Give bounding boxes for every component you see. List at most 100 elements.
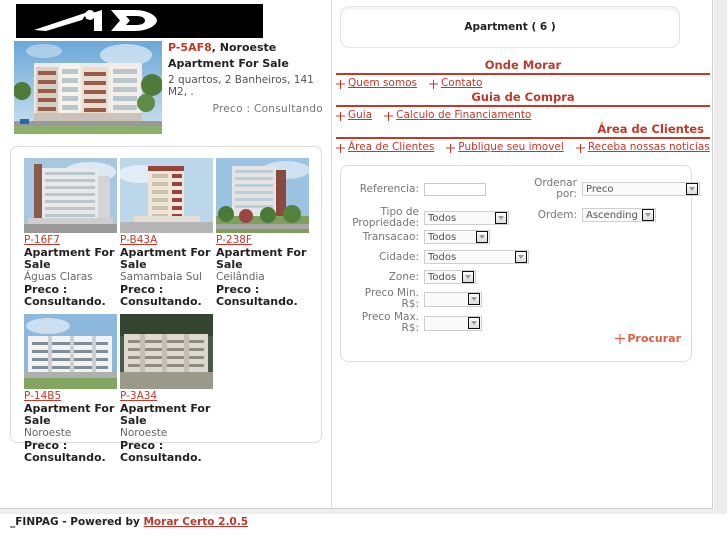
logo-icon [16,4,263,38]
select-value: Ascending [586,209,638,221]
select-value: Todos [428,212,457,224]
nav-section-onde-morar: Onde Morar Quem somos Contato [336,58,710,89]
field-preco-max: Preco Max. R$: [351,312,482,334]
field-ordem: Ordem: Ascending [536,208,656,222]
chevron-down-icon[interactable] [642,209,654,221]
search-input-referencia[interactable] [424,183,486,196]
chevron-down-icon[interactable] [686,183,698,195]
nav-link-label[interactable]: Quem somos [348,77,417,89]
list-item-title: Apartment For Sale [120,402,211,427]
search-form-panel: Referencia: Ordenar por: Preco Tipo de P… [340,165,700,362]
field-referencia: Referencia: [351,183,486,196]
list-item-reference[interactable]: P-238F [216,234,312,246]
chevron-down-icon[interactable] [468,293,480,305]
nav-rule [336,137,710,139]
nav-section-title: Onde Morar [484,58,562,72]
list-item[interactable]: P-16F7 Apartment For Sale Águas Claras P… [24,158,120,308]
field-label: Zone: [388,270,419,283]
nav-item-receba-nossas-noticias[interactable]: Receba nossas noticias [575,141,710,153]
hero-reference[interactable]: P-5AF8 [168,41,212,54]
featured-listings-grid: P-16F7 Apartment For Sale Águas Claras P… [24,158,314,470]
category-header: Apartment ( 6 ) [340,6,680,48]
apartment-thumbnail [120,314,213,389]
search-submit-button[interactable]: Procurar [615,332,681,345]
list-item-price: Preco : Consultando. [216,283,298,308]
select-zone[interactable]: Todos [424,270,476,284]
nav-item-publique-seu-imovel[interactable]: Publique seu imovel [446,141,564,153]
footer-link[interactable]: Morar Certo 2.0.5 [143,516,248,528]
nav-section-area-de-clientes: Área de Clientes Área de Clientes Publiq… [336,122,710,153]
chevron-down-icon[interactable] [515,251,527,263]
nav-item-guia[interactable]: Guia [336,109,372,121]
nav-item-contato[interactable]: Contato [428,77,483,89]
chevron-down-icon[interactable] [495,212,507,224]
nav-section-title: Guia de Compra [471,90,575,104]
nav-item-calculo-financiamento[interactable]: Calculo de Financiamento [384,109,531,121]
nav-section-title: Área de Clientes [597,122,704,136]
chevron-down-icon[interactable] [468,317,480,329]
right-column: Apartment ( 6 ) Onde Morar Quem somos Co… [332,0,713,508]
chevron-down-icon[interactable] [476,231,488,243]
apartment-building-photo [14,41,162,134]
select-value: Todos [428,271,457,283]
nav-link-label[interactable]: Guia [348,109,372,121]
list-item[interactable]: P-3A34 Apartment For Sale Noroeste Preco… [120,314,216,464]
list-item[interactable]: P-B43A Apartment For Sale Samambaia Sul … [120,158,216,308]
nav-link-label[interactable]: Área de Clientes [348,141,434,153]
list-item-price: Preco : Consultando. [120,439,202,464]
hero-title: Apartment For Sale [168,57,289,70]
right-rail [714,0,727,545]
apartment-thumbnail [120,158,213,233]
featured-listings-card: P-16F7 Apartment For Sale Águas Claras P… [10,146,322,464]
list-item-title: Apartment For Sale [216,246,307,271]
field-label: Ordem: [537,208,577,221]
nav-rule [336,73,710,75]
nav-link-label[interactable]: Publique seu imovel [458,141,564,153]
nav-item-area-de-clientes[interactable]: Área de Clientes [336,141,434,153]
search-submit-label[interactable]: Procurar [627,332,681,345]
select-preco-min[interactable] [424,291,482,307]
field-label: Cidade: [378,250,419,263]
apartment-thumbnail [24,158,117,233]
select-ordenar-por[interactable]: Preco [582,182,700,196]
nav-link-label[interactable]: Contato [441,77,483,89]
select-ordem[interactable]: Ascending [582,208,656,222]
field-preco-min: Preco Min. R$: [351,288,482,310]
field-label: Referencia: [359,183,419,195]
nav-link-label[interactable]: Calculo de Financiamento [396,109,531,121]
field-zone: Zone: Todos [351,270,476,284]
nav-rule [336,105,710,107]
list-item-title: Apartment For Sale [24,402,115,427]
nav-links: Guia Calculo de Financiamento [336,109,710,121]
field-label: Tipo de Propriedade: [352,206,419,229]
select-transacao[interactable]: Todos [424,230,490,244]
nav-links: Quem somos Contato [336,77,710,89]
list-item-reference[interactable]: P-14B5 [24,390,120,402]
chevron-down-icon[interactable] [462,271,474,283]
select-tipo-propriedade[interactable]: Todos [424,211,509,225]
select-cidade[interactable]: Todos [424,250,529,264]
nav-link-label[interactable]: Receba nossas noticias [588,141,710,153]
list-item-reference[interactable]: P-3A34 [120,390,216,402]
page-footer: _FINPAG - Powered by Morar Certo 2.0.5 [0,514,727,545]
select-value: Todos [428,231,457,243]
select-value: Preco [586,183,614,195]
list-item-reference[interactable]: P-16F7 [24,234,120,246]
select-preco-max[interactable] [424,315,482,331]
list-item-title: Apartment For Sale [120,246,211,271]
list-item[interactable]: P-14B5 Apartment For Sale Noroeste Preco… [24,314,120,464]
list-item-reference[interactable]: P-B43A [120,234,216,246]
hero-property-image[interactable] [14,41,162,134]
hero-ref-line: P-5AF8, Noroeste [168,41,323,54]
cross-bullet-icon [336,143,345,153]
cross-bullet-icon [428,79,438,89]
list-item-price: Preco : Consultando. [24,283,106,308]
cross-bullet-icon [575,143,585,153]
list-item-price: Preco : Consultando. [120,283,202,308]
field-transacao: Transacao: Todos [351,230,490,244]
left-column: P-5AF8, Noroeste Apartment For Sale 2 qu… [0,0,331,508]
list-item[interactable]: P-238F Apartment For Sale Ceilândia Prec… [216,158,312,308]
nav-item-quem-somos[interactable]: Quem somos [336,77,417,89]
site-logo[interactable] [16,4,263,38]
list-item-price: Preco : Consultando. [24,439,106,464]
